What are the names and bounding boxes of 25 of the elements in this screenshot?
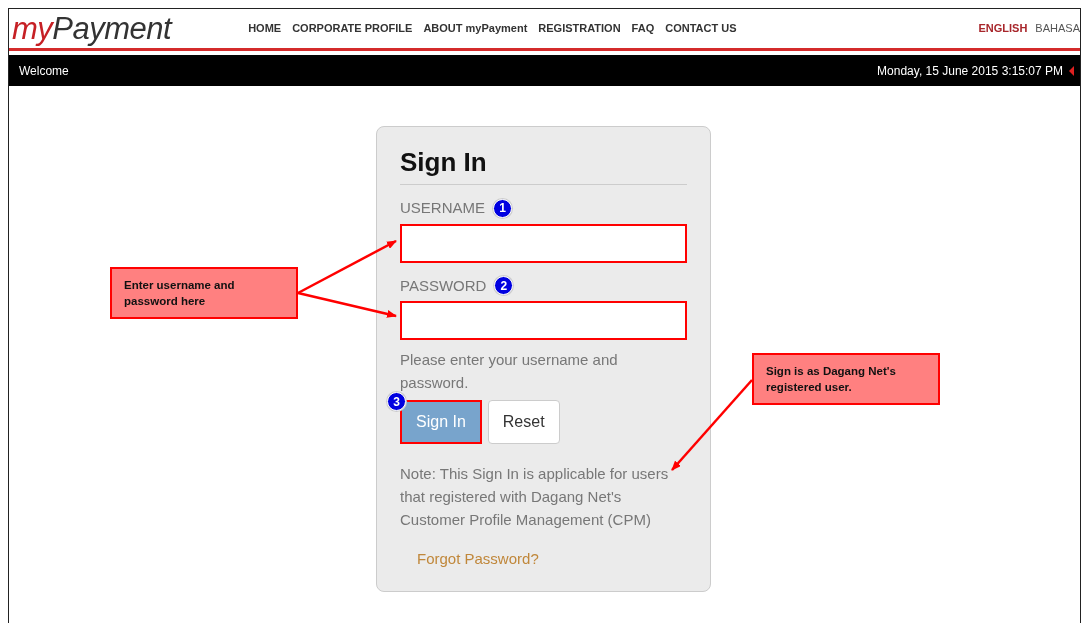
note-text: Note: This Sign In is applicable for users that registered with Dagang Net's Customer Profile Management (CPM) <box>400 464 670 531</box>
nav-link[interactable]: HOME <box>248 20 282 37</box>
nav-link[interactable]: FAQ <box>631 20 655 37</box>
date-time: Monday, 15 June 2015 3:15:07 PM <box>877 62 1063 80</box>
logo[interactable]: myPayment <box>12 13 172 44</box>
callout-box: Sign is as Dagang Net's registered user. <box>752 353 940 405</box>
panel-title: Sign In <box>400 147 687 186</box>
nav-link[interactable]: REGISTRATION <box>538 20 621 37</box>
language-link[interactable]: ENGLISH <box>978 20 1028 37</box>
step-number-badge: 3 <box>387 392 406 412</box>
nav-link[interactable]: CORPORATE PROFILE <box>292 20 413 37</box>
step-number-badge: 2 <box>494 276 514 296</box>
welcome-text: Welcome <box>19 62 69 80</box>
nav-link[interactable]: CONTACT US <box>665 20 737 37</box>
input-field[interactable] <box>400 223 687 263</box>
step-number-badge: 1 <box>493 198 512 218</box>
callout-box: Enter username and password here <box>110 267 298 319</box>
field-label: USERNAME <box>400 198 485 219</box>
field-label: PASSWORD <box>400 275 487 296</box>
nav-link[interactable]: ABOUT myPayment <box>423 20 528 37</box>
reset-button[interactable]: Reset <box>487 400 560 445</box>
input-field[interactable] <box>400 301 687 341</box>
caret-icon[interactable] <box>1069 65 1074 76</box>
help-text: Please enter your username and password. <box>400 350 619 394</box>
language-link[interactable]: BAHASA <box>1035 20 1080 37</box>
